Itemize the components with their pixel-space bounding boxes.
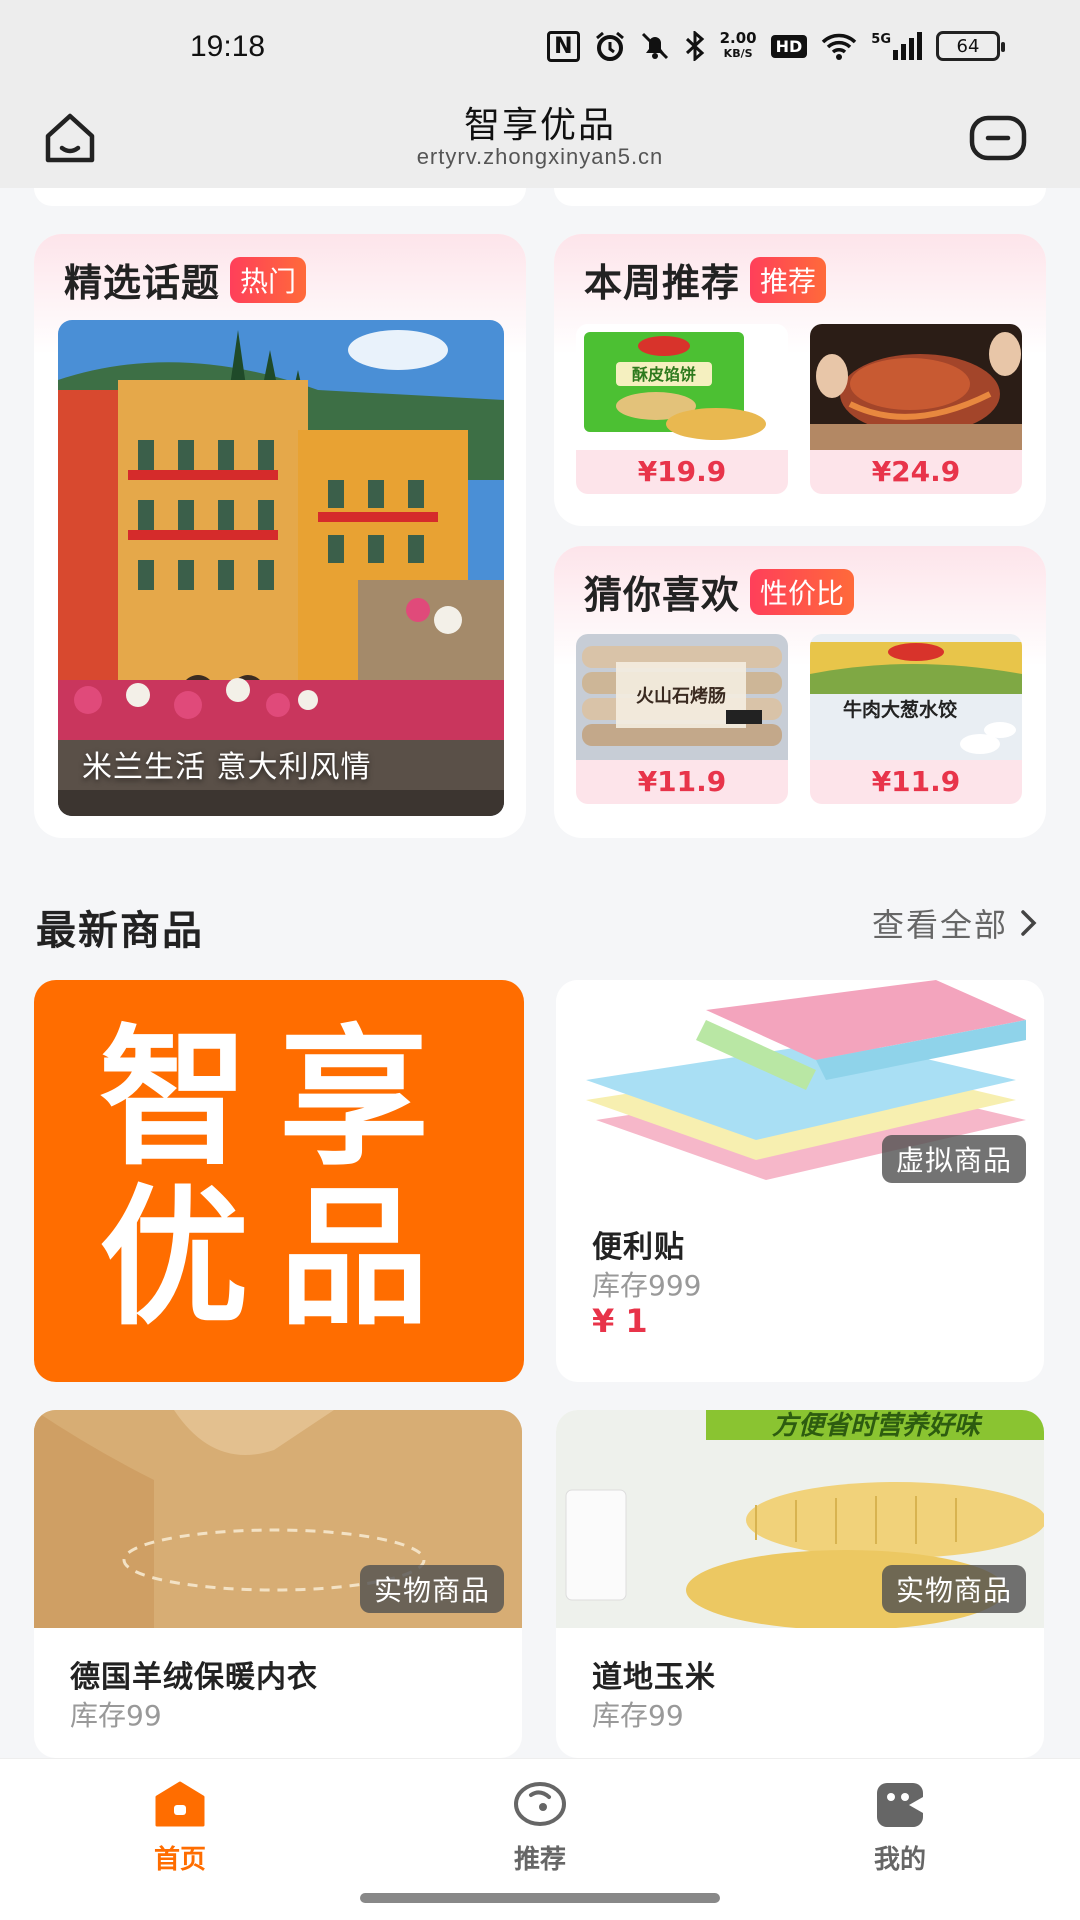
- topic-caption: 米兰生活 意大利风情: [82, 750, 372, 785]
- nav-tab-profile[interactable]: 我的: [800, 1781, 1000, 1876]
- nav-tab-label: 推荐: [513, 1845, 566, 1875]
- nav-tab-label: 首页: [153, 1845, 206, 1875]
- section-title: 最新商品: [36, 908, 204, 954]
- menu-icon: [969, 115, 1027, 161]
- recommend-icon: [514, 1782, 566, 1826]
- weekly-item[interactable]: 酥皮馅饼 ¥19.9: [576, 324, 788, 494]
- product-type-badge: 实物商品: [359, 1565, 504, 1613]
- guess-you-like-title: 猜你喜欢: [584, 573, 741, 617]
- brand-logo-line: 优品: [98, 1172, 459, 1346]
- hd-badge: HD: [770, 34, 808, 58]
- value-tag: 性价比: [750, 568, 855, 615]
- weekly-picks-title: 本周推荐: [584, 261, 741, 305]
- topic-image[interactable]: 米兰生活 意大利风情: [58, 320, 504, 816]
- guess-item[interactable]: 火山石烤肠 ¥11.9: [576, 634, 788, 804]
- previous-card-bottom: [554, 188, 1046, 206]
- item-price: ¥19.9: [576, 450, 788, 494]
- sausage-pack-image: 火山石烤肠: [576, 634, 788, 760]
- product-card[interactable]: 实物商品 德国羊绒保暖内衣 库存99: [34, 1410, 522, 1758]
- status-time: 19:18: [190, 30, 266, 63]
- product-stock: 库存99: [592, 1699, 684, 1732]
- card-title: 猜你喜欢 性价比: [584, 564, 855, 619]
- svg-text:牛肉大葱水饺: 牛肉大葱水饺: [843, 698, 958, 721]
- recommend-tag: 推荐: [750, 256, 827, 303]
- nav-tab-label: 我的: [873, 1845, 926, 1875]
- product-name: 德国羊绒保暖内衣: [70, 1660, 318, 1695]
- hot-tag: 热门: [230, 256, 307, 303]
- chevron-right-icon: [1021, 910, 1037, 936]
- svg-text:火山石烤肠: 火山石烤肠: [636, 686, 726, 707]
- wifi-icon: [822, 33, 857, 60]
- product-card[interactable]: 虚拟商品 便利贴 库存999 ¥ 1: [556, 980, 1044, 1382]
- previous-card-bottom: [34, 188, 526, 206]
- roast-meat-image: [810, 324, 1022, 450]
- status-icons: N 2.00 KB/S HD 5G 64: [547, 29, 1005, 62]
- gesture-home-indicator[interactable]: [360, 1893, 720, 1903]
- product-type-badge: 虚拟商品: [881, 1135, 1026, 1183]
- product-stock: 库存99: [70, 1699, 162, 1732]
- featured-topics-title: 精选话题: [64, 261, 221, 305]
- weekly-picks-card[interactable]: 本周推荐 推荐 酥皮馅饼 ¥19.9 ¥24.9: [554, 234, 1046, 526]
- see-all-label: 查看全部: [871, 906, 1008, 944]
- nfc-icon: N: [547, 30, 580, 62]
- alarm-icon: [595, 31, 624, 61]
- product-card[interactable]: 方便省时营养好味 实物商品 道地玉米 库存99: [556, 1410, 1044, 1758]
- card-title: 本周推荐 推荐: [584, 252, 827, 307]
- menu-button[interactable]: [966, 106, 1030, 170]
- guess-item[interactable]: 牛肉大葱水饺 ¥11.9: [810, 634, 1022, 804]
- brand-logo-tile[interactable]: 智享 优品: [34, 980, 524, 1382]
- battery-icon: 64: [936, 31, 1005, 61]
- featured-topics-card[interactable]: 精选话题 热门 米兰生活 意大利风情: [34, 234, 526, 838]
- see-all-link[interactable]: 查看全部: [872, 900, 1040, 946]
- signal-bars-icon: [893, 32, 922, 60]
- profile-icon: [877, 1783, 923, 1827]
- page-title: 智享优品: [463, 105, 616, 146]
- signal-indicator: 5G: [871, 32, 922, 60]
- item-price: ¥24.9: [810, 450, 1022, 494]
- corn-banner-text: 方便省时营养好味: [772, 1411, 983, 1441]
- svg-text:酥皮馅饼: 酥皮馅饼: [632, 365, 696, 384]
- pastry-pack-image: 酥皮馅饼: [576, 324, 788, 450]
- guess-you-like-card[interactable]: 猜你喜欢 性价比 火山石烤肠 ¥11.9 牛肉大葱水饺 ¥11.9: [554, 546, 1046, 838]
- item-price: ¥11.9: [576, 760, 788, 804]
- brand-logo-line: 智享: [98, 1012, 459, 1186]
- product-stock: 库存999: [592, 1269, 702, 1302]
- page-url: ertyrv.zhongxinyan5.cn: [416, 144, 664, 169]
- dumpling-pack-image: 牛肉大葱水饺: [810, 634, 1022, 760]
- product-type-badge: 实物商品: [881, 1565, 1026, 1613]
- product-name: 便利贴: [592, 1230, 685, 1265]
- item-price: ¥11.9: [810, 760, 1022, 804]
- bluetooth-icon: [685, 31, 704, 61]
- product-name: 道地玉米: [592, 1660, 716, 1695]
- weekly-item[interactable]: ¥24.9: [810, 324, 1022, 494]
- nav-tab-home[interactable]: 首页: [80, 1781, 280, 1876]
- mute-bell-icon: [641, 32, 668, 60]
- home-icon: [155, 1781, 205, 1827]
- status-bar: 19:18 N 2.00 KB/S HD 5G 64: [0, 0, 1080, 92]
- card-title: 精选话题 热门: [64, 252, 307, 307]
- product-price: ¥ 1: [592, 1302, 648, 1340]
- browser-header: 智享优品 ertyrv.zhongxinyan5.cn: [0, 92, 1080, 188]
- net-speed: 2.00 KB/S: [719, 29, 757, 61]
- nav-tab-recommend[interactable]: 推荐: [440, 1781, 640, 1876]
